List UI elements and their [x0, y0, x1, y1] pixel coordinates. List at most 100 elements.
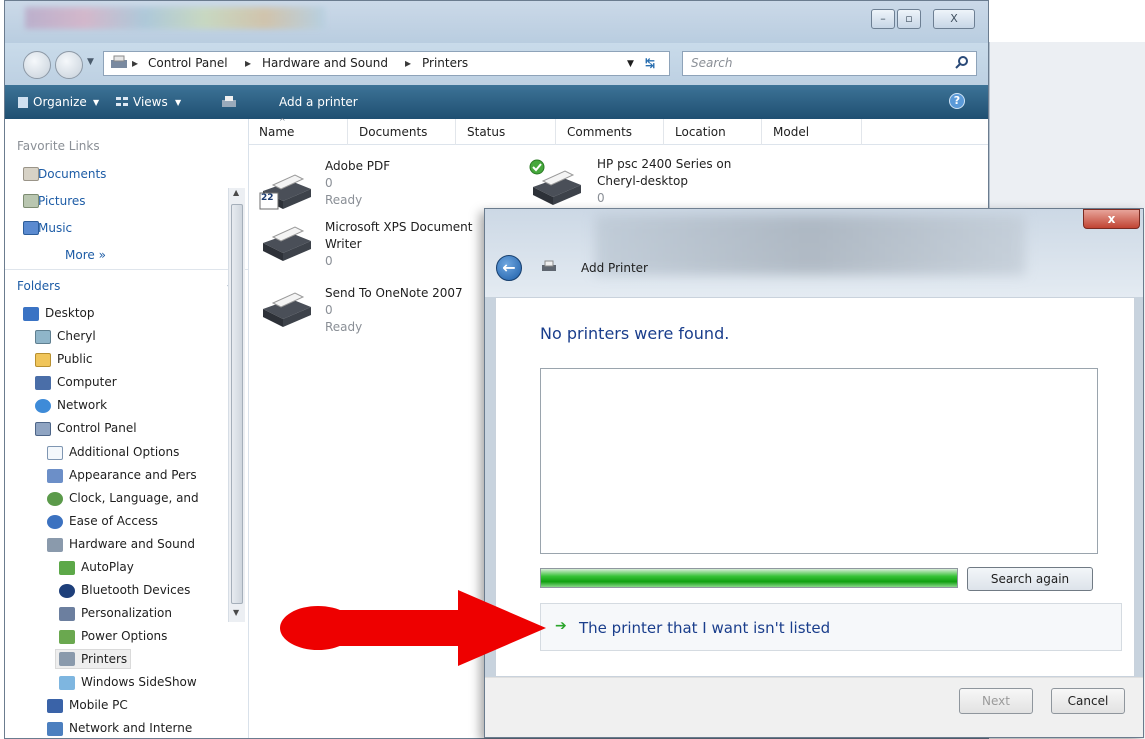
- crumb-separator-icon: ▸: [405, 56, 412, 70]
- column-documents[interactable]: Documents: [359, 125, 427, 139]
- scroll-up-icon[interactable]: ▲: [233, 188, 239, 197]
- column-location[interactable]: Location: [675, 125, 726, 139]
- dialog-printer-icon: [541, 259, 557, 278]
- user-folder-icon: [35, 330, 51, 344]
- views-dropdown-icon[interactable]: ▼: [175, 98, 181, 107]
- minimize-button[interactable]: –: [871, 9, 895, 29]
- not-listed-label: The printer that I want isn't listed: [579, 619, 831, 637]
- address-bar[interactable]: ▸ Control Panel ▸ Hardware and Sound ▸ P…: [103, 51, 670, 76]
- printer-folder-icon: [110, 55, 128, 74]
- address-dropdown-icon[interactable]: ▼: [627, 59, 634, 69]
- search-again-button[interactable]: Search again: [967, 567, 1093, 591]
- pictures-icon: [23, 194, 39, 208]
- printer-icon[interactable]: [257, 285, 315, 333]
- breadcrumb-control-panel[interactable]: Control Panel: [148, 56, 228, 70]
- folder-personalization[interactable]: Personalization: [81, 606, 172, 620]
- printer-docs-count: 0: [597, 191, 605, 205]
- printer-not-listed-link[interactable]: ➔ The printer that I want isn't listed: [540, 603, 1122, 651]
- printer-status: Ready: [325, 320, 363, 334]
- views-button[interactable]: Views: [133, 95, 168, 109]
- printer-icon[interactable]: [257, 219, 315, 267]
- folder-computer[interactable]: Computer: [57, 375, 117, 389]
- calendar-badge: 22: [261, 193, 274, 203]
- favorite-link-pictures[interactable]: Pictures: [38, 194, 86, 208]
- column-status[interactable]: Status: [467, 125, 505, 139]
- scroll-down-icon[interactable]: ▼: [233, 608, 239, 617]
- dialog-close-button[interactable]: x: [1083, 209, 1140, 229]
- printer-icon[interactable]: [257, 163, 315, 211]
- folder-bluetooth-devices[interactable]: Bluetooth Devices: [81, 583, 190, 597]
- folder-appearance[interactable]: Appearance and Pers: [69, 468, 226, 482]
- folder-hardware-and-sound[interactable]: Hardware and Sound: [69, 537, 226, 551]
- music-icon: [23, 221, 39, 235]
- folder-cheryl[interactable]: Cheryl: [57, 329, 96, 343]
- favorite-link-documents[interactable]: Documents: [38, 167, 106, 181]
- back-arrow-icon[interactable]: ←: [496, 255, 522, 281]
- refresh-icon[interactable]: ↹: [645, 56, 655, 70]
- help-icon[interactable]: ?: [949, 93, 965, 109]
- dialog-title: Add Printer: [581, 261, 648, 275]
- search-icon[interactable]: [955, 55, 969, 72]
- folder-ease-of-access[interactable]: Ease of Access: [69, 514, 158, 528]
- no-printers-heading: No printers were found.: [540, 324, 730, 343]
- printer-results-list[interactable]: [540, 368, 1098, 554]
- printer-icon[interactable]: [527, 159, 585, 207]
- ease-of-access-icon: [47, 515, 63, 529]
- organize-button[interactable]: Organize: [33, 95, 87, 109]
- printer-docs-count: 0: [325, 254, 333, 268]
- folders-header[interactable]: Folders: [17, 279, 60, 293]
- folder-additional-options[interactable]: Additional Options: [69, 445, 179, 459]
- forward-nav-button[interactable]: [55, 51, 83, 79]
- recent-pages-chevron-icon[interactable]: ▼: [87, 57, 94, 67]
- favorite-link-music[interactable]: Music: [38, 221, 72, 235]
- folders-scrollbar[interactable]: ▲ ▼: [228, 188, 245, 622]
- mobile-pc-icon: [47, 699, 63, 713]
- folder-power-options[interactable]: Power Options: [81, 629, 167, 643]
- cancel-button[interactable]: Cancel: [1051, 688, 1125, 714]
- scrollbar-thumb[interactable]: [231, 204, 243, 604]
- command-bar: Organize ▼ Views ▼ Add a printer ?: [5, 85, 988, 119]
- network-internet-icon: [47, 722, 63, 736]
- next-button[interactable]: Next: [959, 688, 1033, 714]
- public-folder-icon: [35, 353, 51, 367]
- search-box[interactable]: Search: [682, 51, 977, 76]
- breadcrumb-hardware-and-sound[interactable]: Hardware and Sound: [262, 56, 388, 70]
- printer-onenote[interactable]: Send To OneNote 2007: [325, 286, 463, 300]
- column-comments[interactable]: Comments: [567, 125, 632, 139]
- folder-mobile-pc[interactable]: Mobile PC: [69, 698, 128, 712]
- organize-dropdown-icon[interactable]: ▼: [93, 98, 99, 107]
- column-model[interactable]: Model: [773, 125, 809, 139]
- maximize-button[interactable]: ▫: [897, 9, 921, 29]
- autoplay-icon: [59, 561, 75, 575]
- documents-icon: [23, 167, 39, 181]
- folder-autoplay[interactable]: AutoPlay: [81, 560, 134, 574]
- folder-public[interactable]: Public: [57, 352, 93, 366]
- folder-printers[interactable]: Printers: [81, 652, 127, 666]
- back-nav-button[interactable]: [23, 51, 51, 79]
- printer-hp-psc-2400[interactable]: HP psc 2400 Series on: [597, 157, 731, 171]
- printer-adobe-pdf[interactable]: Adobe PDF: [325, 159, 390, 173]
- printers-icon: [59, 652, 75, 666]
- folder-control-panel[interactable]: Control Panel: [57, 421, 137, 435]
- breadcrumb-printers[interactable]: Printers: [422, 56, 468, 70]
- add-printer-dialog: x ← Add Printer No printers were found. …: [484, 208, 1144, 738]
- folder-network-and-internet[interactable]: Network and Interne: [69, 721, 226, 737]
- control-panel-icon: [35, 422, 51, 436]
- window-titlebar: – ▫ X: [5, 1, 988, 43]
- close-button[interactable]: X: [933, 9, 975, 29]
- column-name[interactable]: Name: [259, 125, 294, 139]
- crumb-separator-icon: ▸: [245, 56, 252, 70]
- personalization-icon: [59, 607, 75, 621]
- folder-network[interactable]: Network: [57, 398, 107, 412]
- dialog-body: No printers were found. Search again ➔ T…: [495, 297, 1135, 677]
- more-links-button[interactable]: More »: [65, 248, 106, 262]
- printer-xps[interactable]: Microsoft XPS Document: [325, 220, 472, 234]
- favorite-links-header: Favorite Links: [17, 139, 100, 153]
- network-icon: [35, 399, 51, 413]
- add-a-printer-button[interactable]: Add a printer: [279, 95, 358, 109]
- views-icon: [115, 95, 129, 112]
- folder-windows-sideshow[interactable]: Windows SideShow: [81, 675, 226, 689]
- column-headers: Name ^ Documents Status Comments Locatio…: [249, 117, 988, 145]
- folder-desktop[interactable]: Desktop: [45, 306, 95, 320]
- folder-clock-language[interactable]: Clock, Language, and: [69, 491, 226, 505]
